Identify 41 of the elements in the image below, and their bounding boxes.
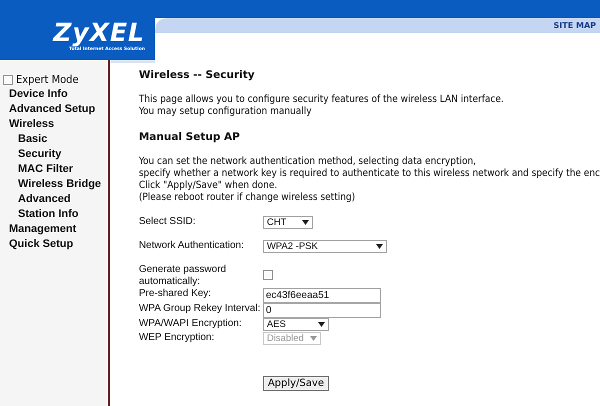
- section-title: Manual Setup AP: [138, 130, 241, 144]
- site-map-link[interactable]: SITE MAP: [554, 21, 596, 30]
- input-field[interactable]: 0: [262, 303, 381, 318]
- field-label: WPA Group Rekey Interval:: [138, 303, 262, 315]
- caret-icon: [302, 220, 309, 225]
- caret-icon: [310, 336, 317, 341]
- nav-subitem[interactable]: Advanced: [0, 192, 108, 207]
- nav-item[interactable]: Device Info: [0, 87, 108, 102]
- caret-icon: [318, 322, 325, 327]
- nav-item[interactable]: Management: [0, 222, 108, 237]
- expert-mode-label: Expert Mode: [16, 72, 79, 87]
- nav-subitem[interactable]: Security: [0, 147, 108, 162]
- nav-subitem[interactable]: Station Info: [0, 207, 108, 222]
- apply-save-button[interactable]: Apply/Save: [262, 376, 329, 391]
- dropdown[interactable]: AES: [262, 318, 329, 331]
- logo: ZyXEL: [53, 20, 145, 45]
- nav-subitem[interactable]: Wireless Bridge: [0, 177, 108, 192]
- page-title: Wireless -- Security: [138, 68, 256, 82]
- field-label: Generate password automatically:: [138, 264, 228, 288]
- dropdown[interactable]: CHT: [262, 216, 313, 229]
- caret-icon: [376, 244, 383, 249]
- expert-mode-checkbox[interactable]: [3, 74, 13, 84]
- description-text: You can set the network authentication method, selecting data encryption,: [138, 156, 478, 168]
- description-text: Click "Apply/Save" when done.: [138, 180, 278, 192]
- input-field[interactable]: ec43f6eeaa51: [262, 288, 381, 303]
- field-label: Pre-shared Key:: [138, 288, 212, 300]
- checkbox[interactable]: [262, 270, 273, 280]
- field-label: WPA/WAPI Encryption:: [138, 318, 243, 330]
- field-label: Select SSID:: [138, 216, 197, 228]
- dropdown[interactable]: WPA2 -PSK: [262, 240, 387, 253]
- field-label: Network Authentication:: [138, 240, 245, 252]
- nav-item[interactable]: Quick Setup: [0, 237, 108, 252]
- field-label: WEP Encryption:: [138, 332, 216, 344]
- nav-item[interactable]: Advanced Setup: [0, 102, 108, 117]
- intro-text: You may setup configuration manually: [138, 106, 313, 118]
- nav-subitem[interactable]: Basic: [0, 132, 108, 147]
- intro-text: This page allows you to configure security features of the wireless LAN interface.: [138, 94, 505, 106]
- nav-item[interactable]: Wireless: [0, 117, 108, 132]
- description-text: (Please reboot router if change wireless setting): [138, 192, 356, 204]
- nav-subitem[interactable]: MAC Filter: [0, 162, 108, 177]
- description-text: specify whether a network key is required to authenticate to this wireless network and specify the enc: [138, 168, 600, 180]
